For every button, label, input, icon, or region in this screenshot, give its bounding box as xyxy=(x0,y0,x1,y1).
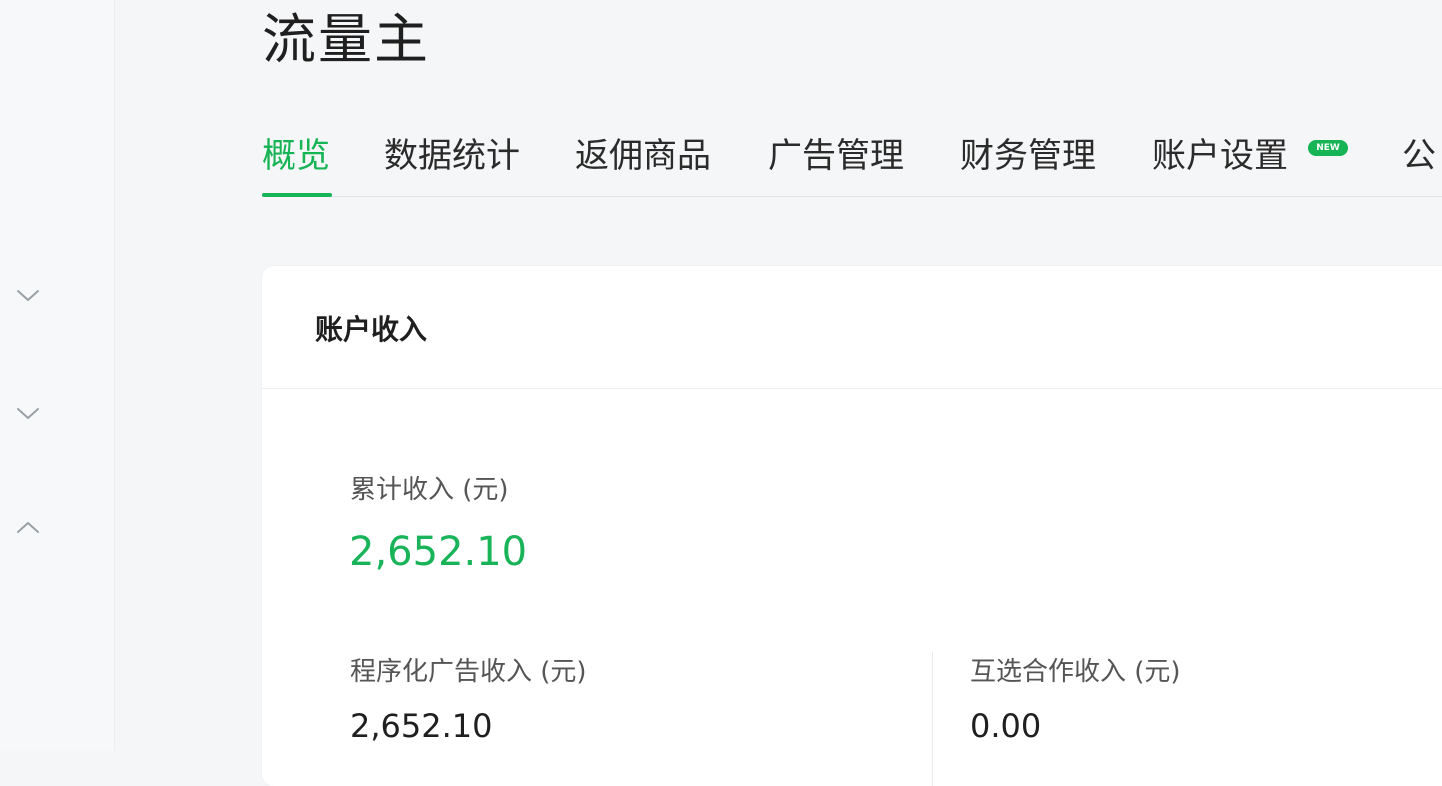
column-divider xyxy=(932,652,933,786)
chevron-down-icon[interactable] xyxy=(14,404,42,424)
tab-announcement[interactable]: 公 xyxy=(1402,132,1436,180)
tab-account-settings[interactable]: 账户设置 xyxy=(1152,132,1288,180)
mutual-cooperation-income-value: 0.00 xyxy=(970,707,1042,745)
tab-commission-goods[interactable]: 返佣商品 xyxy=(575,132,711,180)
total-income-value: 2,652.10 xyxy=(349,529,528,575)
new-badge: NEW xyxy=(1308,140,1348,156)
tab-overview[interactable]: 概览 xyxy=(262,132,330,180)
tab-finance-management[interactable]: 财务管理 xyxy=(960,132,1096,180)
chevron-down-icon[interactable] xyxy=(14,286,42,306)
account-income-card: 账户收入 累计收入 (元) 2,652.10 程序化广告收入 (元) 2,652… xyxy=(262,266,1442,786)
card-divider xyxy=(262,388,1442,389)
top-tabs: 概览 数据统计 返佣商品 广告管理 财务管理 账户设置 NEW 公 xyxy=(262,124,1442,197)
tab-data-stats[interactable]: 数据统计 xyxy=(384,132,520,180)
card-title: 账户收入 xyxy=(315,313,428,346)
active-tab-indicator xyxy=(262,193,332,197)
page-title: 流量主 xyxy=(262,8,430,71)
chevron-up-icon[interactable] xyxy=(14,518,42,538)
programmatic-ad-income-label: 程序化广告收入 (元) xyxy=(350,657,587,687)
programmatic-ad-income-value: 2,652.10 xyxy=(350,707,493,745)
sidebar xyxy=(0,0,115,751)
total-income-label: 累计收入 (元) xyxy=(350,475,509,505)
tab-ad-management[interactable]: 广告管理 xyxy=(768,132,904,180)
mutual-cooperation-income-label: 互选合作收入 (元) xyxy=(970,657,1181,687)
